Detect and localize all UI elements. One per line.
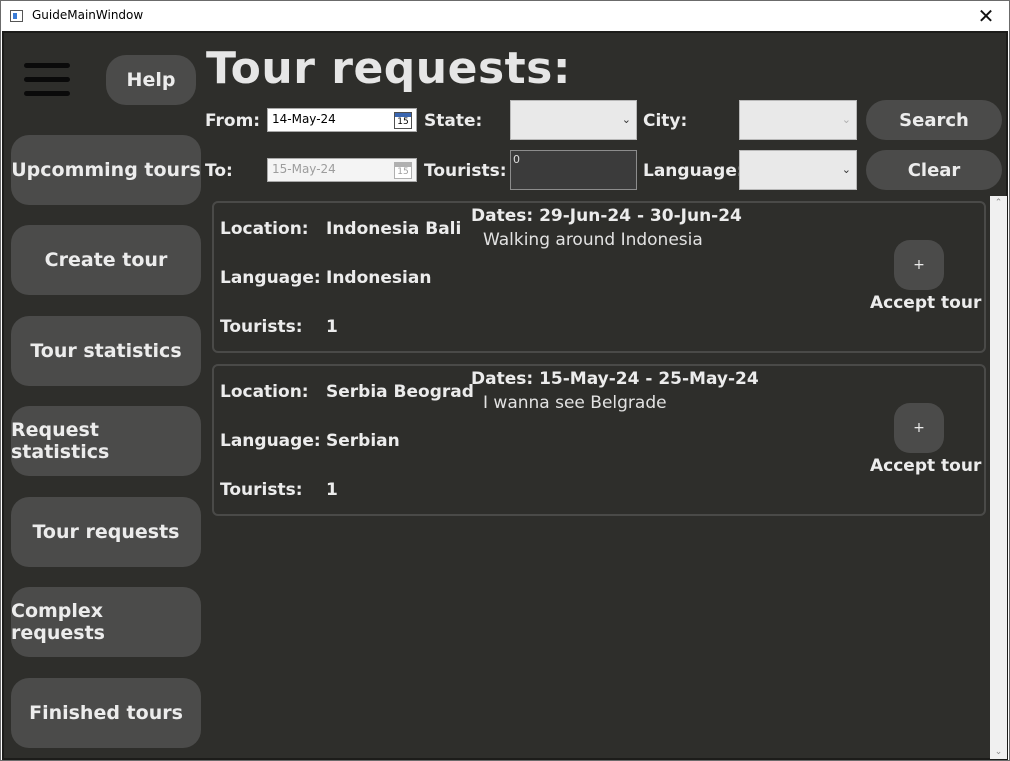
scroll-down-icon[interactable]: ⌄ bbox=[990, 745, 1007, 759]
chevron-down-icon: ⌄ bbox=[841, 162, 851, 176]
list-item: Location: Indonesia Bali Language: Indon… bbox=[212, 201, 986, 353]
list-item: Location: Serbia Beograd Language: Serbi… bbox=[212, 364, 986, 516]
sidebar-item-complex-requests[interactable]: Complex requests bbox=[11, 587, 201, 657]
sidebar-item-tour-requests[interactable]: Tour requests bbox=[11, 497, 201, 567]
accept-tour-label: Accept tour bbox=[870, 293, 982, 313]
tourists-input[interactable]: 0 bbox=[510, 150, 637, 190]
language-dropdown[interactable]: ⌄ bbox=[739, 150, 857, 190]
page-title: Tour requests: bbox=[206, 43, 571, 94]
language-label: Language: bbox=[220, 268, 321, 288]
vertical-scrollbar[interactable]: ⌃ ⌄ bbox=[990, 196, 1007, 759]
sidebar-item-tour-statistics[interactable]: Tour statistics bbox=[11, 316, 201, 386]
location-label: Location: bbox=[220, 219, 309, 239]
sidebar-item-finished-tours[interactable]: Finished tours bbox=[11, 678, 201, 748]
help-button[interactable]: Help bbox=[106, 55, 196, 105]
location-value: Serbia Beograd bbox=[326, 382, 474, 402]
accept-tour-button[interactable]: + bbox=[894, 240, 944, 290]
window-title: GuideMainWindow bbox=[32, 8, 144, 22]
language-value: Serbian bbox=[326, 431, 400, 451]
city-dropdown[interactable]: ⌄ bbox=[739, 100, 857, 140]
language-label: Language: bbox=[643, 161, 744, 181]
tour-request-list: Location: Indonesia Bali Language: Indon… bbox=[210, 198, 990, 758]
tourists-value: 1 bbox=[326, 317, 338, 337]
clear-button[interactable]: Clear bbox=[866, 150, 1002, 190]
language-label: Language: bbox=[220, 431, 321, 451]
location-value: Indonesia Bali bbox=[326, 219, 462, 239]
scroll-up-icon[interactable]: ⌃ bbox=[990, 196, 1007, 210]
sidebar-item-create-tour[interactable]: Create tour bbox=[11, 225, 201, 295]
from-label: From: bbox=[205, 111, 261, 131]
tourists-input-value: 0 bbox=[513, 153, 520, 166]
accept-tour-button[interactable]: + bbox=[894, 403, 944, 453]
sidebar-item-request-statistics[interactable]: Request statistics bbox=[11, 406, 201, 476]
to-date-value: 15-May-24 bbox=[272, 162, 336, 176]
description-text: I wanna see Belgrade bbox=[483, 393, 667, 413]
from-date-value: 14-May-24 bbox=[272, 112, 336, 126]
app-window-icon bbox=[10, 10, 23, 22]
language-value: Indonesian bbox=[326, 268, 432, 288]
state-label: State: bbox=[424, 111, 483, 131]
close-button[interactable]: ✕ bbox=[963, 1, 1009, 31]
calendar-icon[interactable]: 15 bbox=[394, 162, 412, 179]
location-label: Location: bbox=[220, 382, 309, 402]
tourists-label: Tourists: bbox=[220, 317, 303, 337]
hamburger-menu-icon[interactable] bbox=[24, 63, 70, 99]
chevron-down-icon: ⌄ bbox=[621, 112, 631, 126]
to-label: To: bbox=[205, 161, 233, 181]
search-button[interactable]: Search bbox=[866, 100, 1002, 140]
to-date-picker[interactable]: 15-May-24 15 bbox=[267, 158, 417, 182]
from-date-picker[interactable]: 14-May-24 15 bbox=[267, 108, 417, 132]
tourists-value: 1 bbox=[326, 480, 338, 500]
tourists-label: Tourists: bbox=[424, 161, 507, 181]
city-label: City: bbox=[643, 111, 688, 131]
calendar-icon[interactable]: 15 bbox=[394, 112, 412, 129]
accept-tour-label: Accept tour bbox=[870, 456, 982, 476]
description-text: Walking around Indonesia bbox=[483, 230, 703, 250]
main-window: GuideMainWindow ✕ Help Upcomming tours C… bbox=[0, 0, 1010, 761]
dates-value: Dates: 15-May-24 - 25-May-24 bbox=[471, 369, 759, 389]
state-dropdown[interactable]: ⌄ bbox=[510, 100, 637, 140]
sidebar-item-upcoming-tours[interactable]: Upcomming tours bbox=[11, 135, 201, 205]
title-bar: GuideMainWindow ✕ bbox=[1, 1, 1009, 31]
client-area: Help Upcomming tours Create tour Tour st… bbox=[2, 31, 1008, 760]
chevron-down-icon: ⌄ bbox=[841, 112, 851, 126]
dates-value: Dates: 29-Jun-24 - 30-Jun-24 bbox=[471, 206, 742, 226]
tourists-label: Tourists: bbox=[220, 480, 303, 500]
